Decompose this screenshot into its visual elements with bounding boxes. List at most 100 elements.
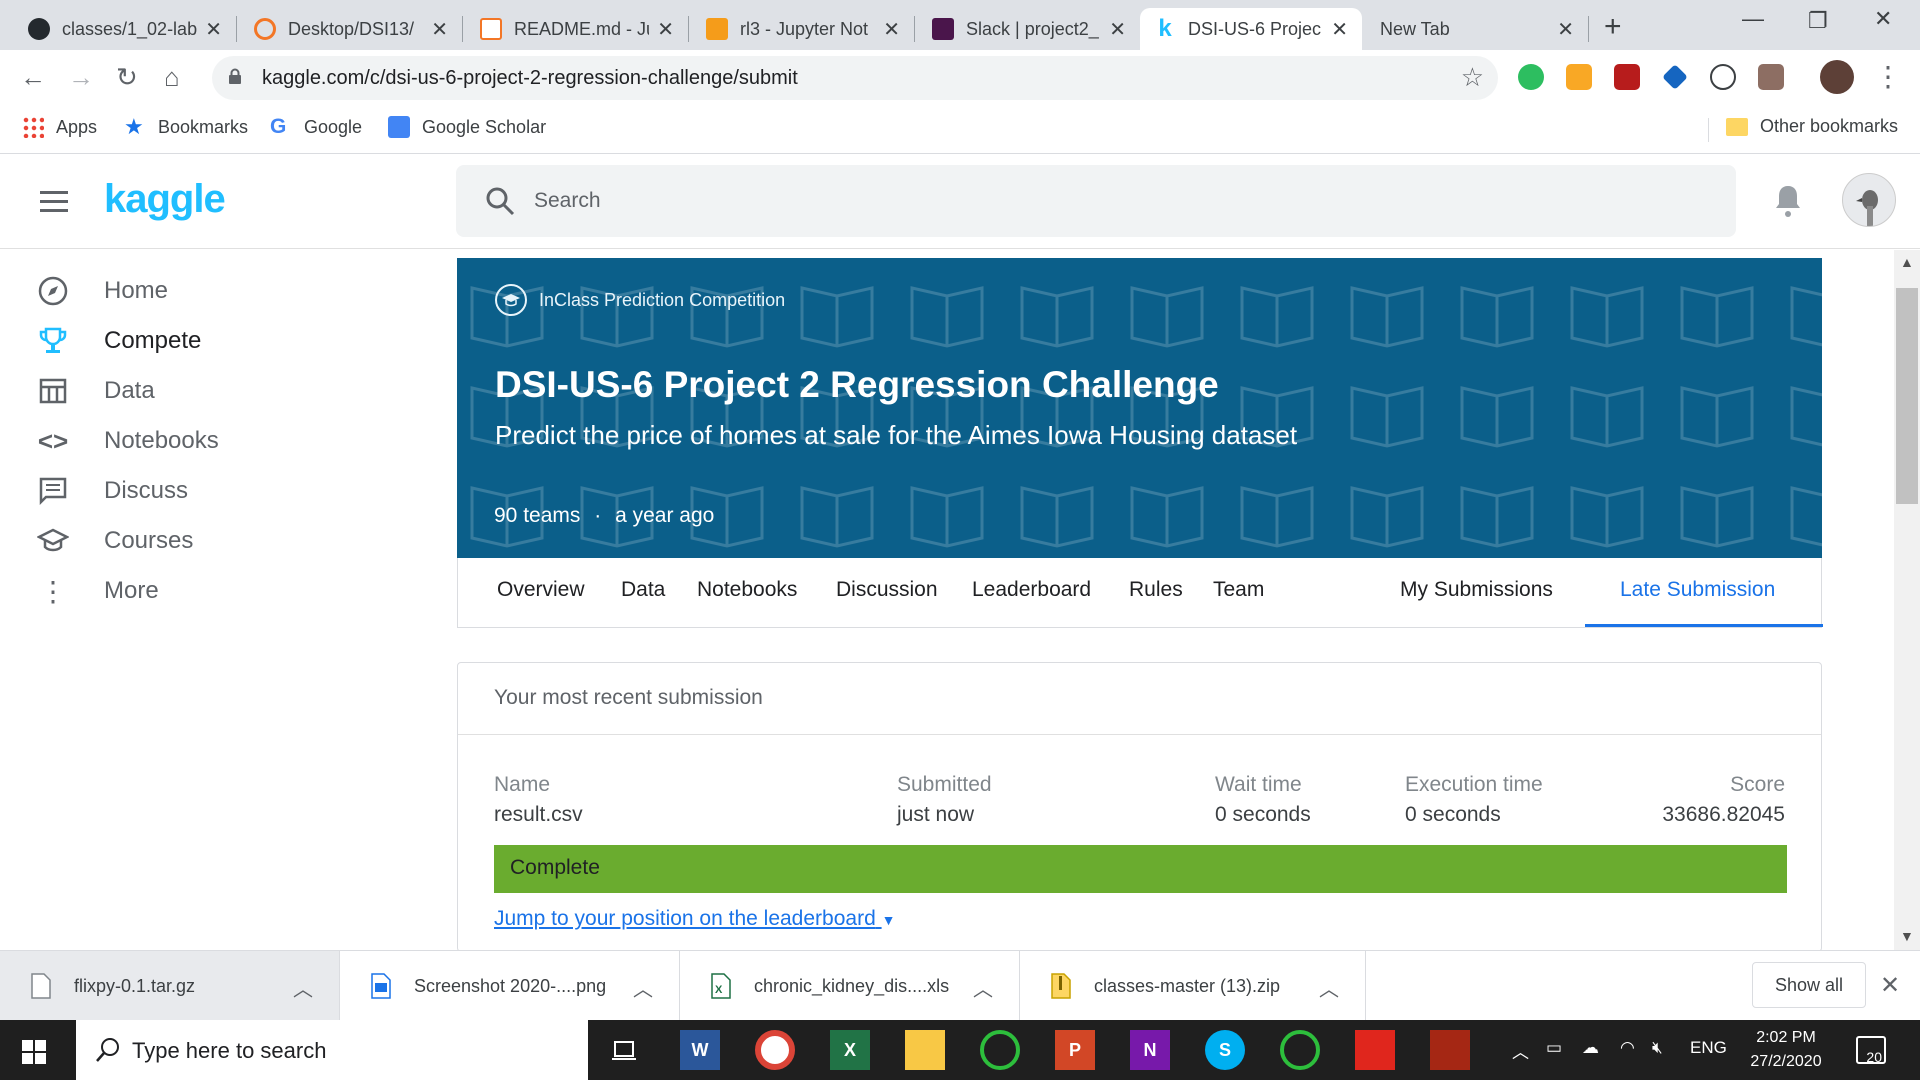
taskbar-search-box[interactable]: Type here to search xyxy=(76,1020,588,1080)
kaggle-logo[interactable]: kaggle xyxy=(104,177,226,222)
battery-icon[interactable]: ▭ xyxy=(1546,1038,1562,1058)
close-download-shelf-icon[interactable]: ✕ xyxy=(1880,971,1900,1000)
chevron-up-icon[interactable]: ︿ xyxy=(293,973,313,1002)
onedrive-cloud-icon[interactable]: ☁ xyxy=(1582,1038,1599,1058)
scroll-down-arrow[interactable]: ▼ xyxy=(1900,928,1914,944)
jump-to-leaderboard-link[interactable]: Jump to your position on the leaderboard… xyxy=(494,907,895,931)
sidebar-item-data[interactable]: Data xyxy=(36,366,155,416)
scrollbar-thumb[interactable] xyxy=(1896,288,1918,504)
download-item[interactable]: classes-master (13).zip ︿ xyxy=(1020,951,1366,1021)
forward-icon[interactable]: → xyxy=(68,62,94,93)
sidebar-item-compete[interactable]: Compete xyxy=(36,316,201,366)
evernote-icon[interactable] xyxy=(1518,64,1544,90)
word-icon[interactable]: W xyxy=(680,1030,720,1070)
show-all-button[interactable]: Show all xyxy=(1752,962,1866,1008)
sidebar-item-courses[interactable]: Courses xyxy=(36,516,193,566)
download-item[interactable]: X chronic_kidney_dis....xls ︿ xyxy=(680,951,1020,1021)
tray-chevron-up-icon[interactable]: ︿ xyxy=(1512,1038,1529,1063)
extension-icon[interactable] xyxy=(1662,64,1688,90)
bookmark-google[interactable]: G Google xyxy=(270,116,362,138)
sidebar-item-discuss[interactable]: Discuss xyxy=(36,466,188,516)
pdf-extension-icon[interactable] xyxy=(1614,64,1640,90)
bookmark-bookmarks[interactable]: ★ Bookmarks xyxy=(124,116,248,138)
browser-tab[interactable]: Desktop/DSI13/ ✕ xyxy=(240,8,462,50)
taskbar-search-placeholder: Type here to search xyxy=(132,1038,327,1063)
tab-rules[interactable]: Rules xyxy=(1129,578,1183,602)
bookmark-star-icon[interactable]: ☆ xyxy=(1461,62,1484,93)
tab-overview[interactable]: Overview xyxy=(497,578,585,602)
download-item[interactable]: flixpy-0.1.tar.gz ︿ xyxy=(0,951,340,1021)
language-indicator[interactable]: ENG xyxy=(1690,1038,1727,1058)
tab-leaderboard[interactable]: Leaderboard xyxy=(972,578,1091,602)
close-icon[interactable]: ✕ xyxy=(657,17,674,42)
browser-tab[interactable]: New Tab ✕ xyxy=(1366,8,1588,50)
download-item[interactable]: Screenshot 2020-....png ︿ xyxy=(340,951,680,1021)
hamburger-menu-icon[interactable] xyxy=(40,191,68,213)
search-input[interactable] xyxy=(534,183,1634,219)
file-icon xyxy=(480,18,502,40)
excel-icon[interactable]: X xyxy=(830,1030,870,1070)
profile-avatar[interactable] xyxy=(1820,60,1854,94)
bookmark-google-scholar[interactable]: Google Scholar xyxy=(388,116,546,138)
browser-tab[interactable]: Slack | project2_ ✕ xyxy=(918,8,1140,50)
browser-tab[interactable]: rl3 - Jupyter Not ✕ xyxy=(692,8,914,50)
task-view-icon[interactable] xyxy=(604,1030,644,1070)
extension-icon[interactable] xyxy=(1758,64,1784,90)
browser-tab[interactable]: README.md - Ju ✕ xyxy=(466,8,688,50)
wifi-icon[interactable]: ◠ xyxy=(1620,1038,1635,1058)
acrobat-icon[interactable] xyxy=(1355,1030,1395,1070)
file-explorer-icon[interactable] xyxy=(905,1030,945,1070)
sidebar-item-notebooks[interactable]: <> Notebooks xyxy=(36,416,219,466)
search-bar[interactable] xyxy=(456,165,1736,237)
bookmark-apps[interactable]: Apps xyxy=(22,116,97,138)
home-icon[interactable]: ⌂ xyxy=(164,62,180,93)
user-avatar[interactable] xyxy=(1842,173,1896,227)
window-close-icon[interactable]: ✕ xyxy=(1874,6,1892,32)
tab-late-submission[interactable]: Late Submission xyxy=(1620,578,1775,602)
app-icon[interactable] xyxy=(1430,1030,1470,1070)
chevron-up-icon[interactable]: ︿ xyxy=(633,973,653,1002)
browser-tab-active[interactable]: k DSI-US-6 Projec ✕ xyxy=(1140,8,1362,50)
app-icon[interactable] xyxy=(1280,1030,1320,1070)
tab-title: DSI-US-6 Projec xyxy=(1188,18,1322,39)
scroll-up-arrow[interactable]: ▲ xyxy=(1900,254,1914,270)
close-icon[interactable]: ✕ xyxy=(883,17,900,42)
chrome-icon[interactable] xyxy=(755,1030,795,1070)
skype-icon[interactable]: S xyxy=(1205,1030,1245,1070)
close-icon[interactable]: ✕ xyxy=(205,17,222,42)
bookmark-other[interactable]: Other bookmarks xyxy=(1726,116,1898,137)
menu-kebab-icon[interactable]: ⋮ xyxy=(1874,60,1902,93)
back-icon[interactable]: ← xyxy=(20,62,46,93)
tab-discussion[interactable]: Discussion xyxy=(836,578,938,602)
new-tab-button[interactable]: + xyxy=(1604,10,1622,44)
chevron-up-icon[interactable]: ︿ xyxy=(1319,973,1339,1002)
windows-start-icon[interactable] xyxy=(22,1040,46,1064)
browser-tab[interactable]: classes/1_02-lab ✕ xyxy=(14,8,236,50)
tab-notebooks[interactable]: Notebooks xyxy=(697,578,797,602)
tab-data[interactable]: Data xyxy=(621,578,665,602)
onenote-icon[interactable]: N xyxy=(1130,1030,1170,1070)
extension-icon[interactable] xyxy=(1566,64,1592,90)
reload-icon[interactable]: ↻ xyxy=(116,62,138,93)
chevron-up-icon[interactable]: ︿ xyxy=(973,973,993,1002)
sidebar-item-more[interactable]: ⋮ More xyxy=(36,566,159,616)
notification-bell-icon[interactable] xyxy=(1772,183,1804,219)
tab-team[interactable]: Team xyxy=(1213,578,1264,602)
minimize-icon[interactable]: — xyxy=(1742,6,1764,32)
close-icon[interactable]: ✕ xyxy=(1557,17,1574,42)
powerpoint-icon[interactable]: P xyxy=(1055,1030,1095,1070)
sidebar-item-home[interactable]: Home xyxy=(36,266,168,316)
extension-icon[interactable] xyxy=(1710,64,1736,90)
taskbar-clock[interactable]: 2:02 PM 27/2/2020 xyxy=(1746,1026,1826,1074)
close-icon[interactable]: ✕ xyxy=(1331,17,1348,42)
tab-my-submissions[interactable]: My Submissions xyxy=(1400,578,1553,602)
restore-icon[interactable]: ❐ xyxy=(1808,8,1828,34)
clock-time: 2:02 PM xyxy=(1756,1029,1816,1046)
team-count: 90 teams xyxy=(494,504,581,527)
action-center-icon[interactable]: 20 xyxy=(1856,1036,1886,1065)
app-icon[interactable] xyxy=(980,1030,1020,1070)
close-icon[interactable]: ✕ xyxy=(431,17,448,42)
volume-muted-icon[interactable]: 🔇︎ xyxy=(1652,1038,1663,1058)
address-bar[interactable]: kaggle.com/c/dsi-us-6-project-2-regressi… xyxy=(212,56,1498,100)
close-icon[interactable]: ✕ xyxy=(1109,17,1126,42)
